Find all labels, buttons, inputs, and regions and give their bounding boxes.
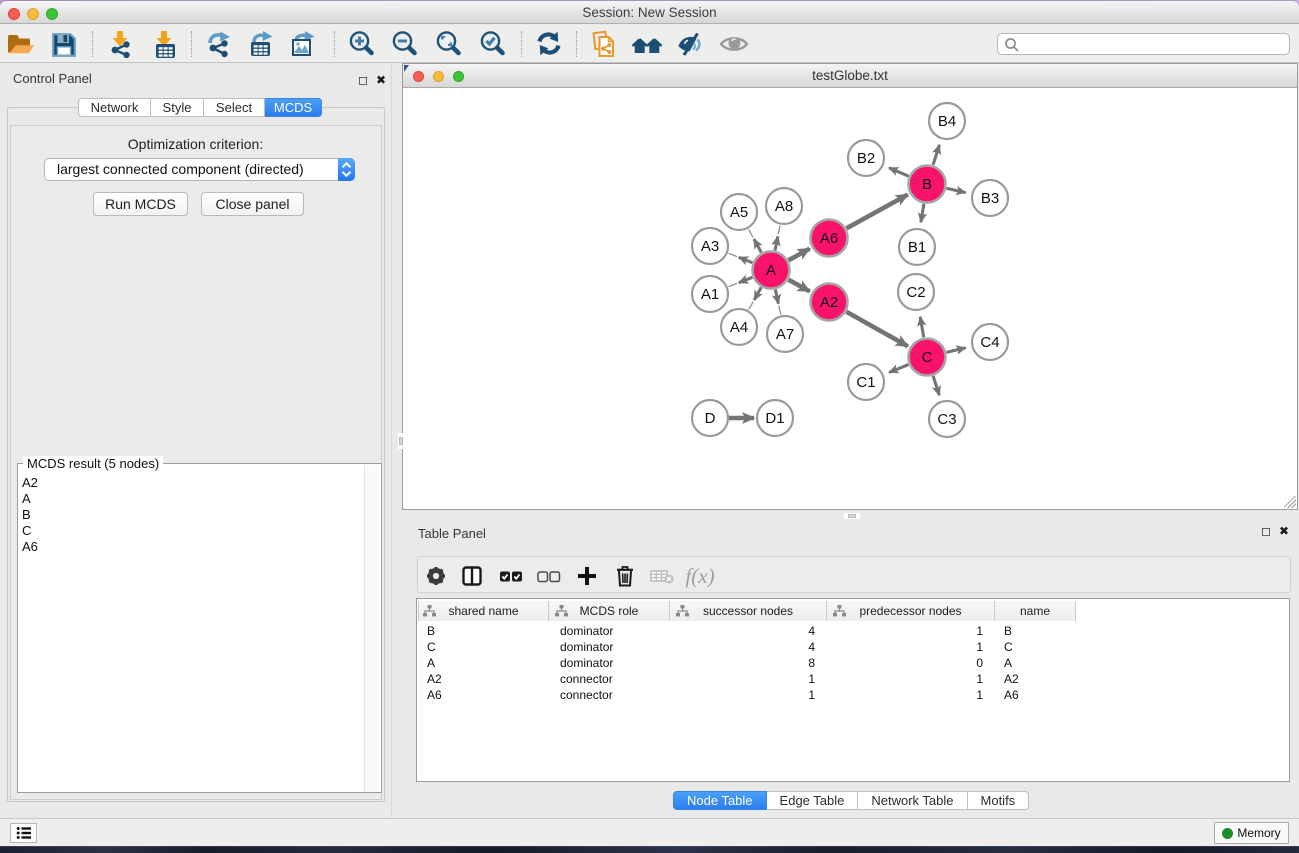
svg-text:C3: C3 [937, 411, 956, 428]
svg-text:C1: C1 [856, 374, 875, 391]
svg-text:B: B [922, 176, 932, 193]
svg-text:B1: B1 [908, 239, 926, 256]
svg-text:B2: B2 [857, 150, 875, 167]
svg-text:A6: A6 [820, 230, 838, 247]
svg-text:C4: C4 [980, 334, 999, 351]
svg-text:A: A [766, 262, 776, 279]
svg-text:A7: A7 [776, 326, 794, 343]
svg-text:B3: B3 [981, 190, 999, 207]
svg-text:A5: A5 [730, 204, 748, 221]
svg-text:C2: C2 [906, 284, 925, 301]
svg-text:A4: A4 [730, 319, 748, 336]
svg-text:D: D [705, 410, 716, 427]
svg-text:A2: A2 [820, 294, 838, 311]
svg-text:C: C [922, 349, 933, 366]
svg-text:D1: D1 [765, 410, 784, 427]
svg-text:B4: B4 [938, 113, 956, 130]
svg-text:A1: A1 [701, 286, 719, 303]
svg-text:A8: A8 [775, 198, 793, 215]
svg-text:A3: A3 [701, 238, 719, 255]
